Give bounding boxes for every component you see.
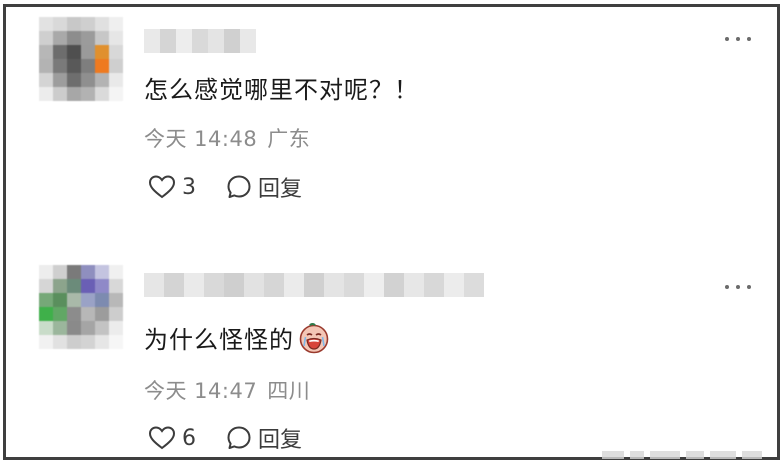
comment-location: 广东	[267, 127, 311, 151]
heart-icon	[148, 174, 176, 200]
comment-time: 今天 14:47	[144, 379, 258, 403]
comment-actions: 3 回复	[148, 171, 302, 203]
comment-actions: 6 回复	[148, 422, 302, 454]
comment-meta: 今天 14:48 广东	[144, 123, 310, 153]
like-button[interactable]: 3	[148, 174, 196, 200]
comment-text: 为什么怪怪的	[144, 320, 330, 355]
like-button[interactable]: 6	[148, 425, 196, 451]
comment-meta: 今天 14:47 四川	[144, 375, 310, 405]
like-count: 6	[182, 425, 196, 451]
reply-button[interactable]: 回复	[226, 171, 302, 203]
more-icon[interactable]	[725, 34, 751, 44]
comment-item: 怎么感觉哪里不对呢？！ 今天 14:48 广东 3 回复	[6, 7, 777, 237]
reply-label: 回复	[258, 428, 303, 453]
comment-text: 怎么感觉哪里不对呢？！	[144, 76, 419, 104]
like-count: 3	[182, 174, 196, 200]
heart-icon	[148, 425, 176, 451]
comment-item: 为什么怪怪的 今天 14:47 四川 6 回复	[6, 259, 777, 457]
comment-icon	[226, 425, 252, 451]
comment-time: 今天 14:48	[144, 127, 258, 151]
comment-list: 怎么感觉哪里不对呢？！ 今天 14:48 广东 3 回复 为什么怪怪的 今天 1…	[3, 4, 780, 460]
username-redacted[interactable]	[144, 29, 256, 53]
more-icon[interactable]	[725, 282, 751, 292]
avatar[interactable]	[39, 17, 123, 101]
username-redacted[interactable]	[144, 273, 484, 297]
watermark-redacted	[602, 449, 777, 461]
comment-location: 四川	[267, 379, 311, 403]
reply-label: 回复	[258, 177, 303, 202]
crying-face-emoji	[298, 322, 330, 354]
reply-button[interactable]: 回复	[226, 422, 302, 454]
comment-text-content: 为什么怪怪的	[144, 326, 294, 354]
avatar[interactable]	[39, 265, 123, 349]
comment-icon	[226, 174, 252, 200]
